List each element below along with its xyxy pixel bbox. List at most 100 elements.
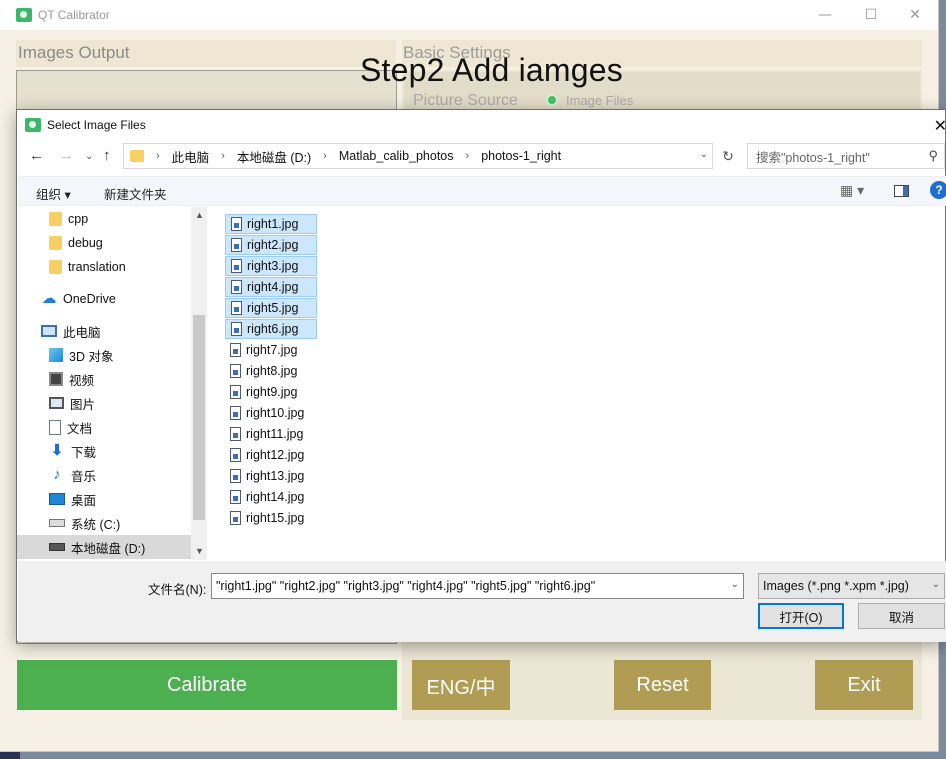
recent-locations-chevron-icon[interactable]: ⌄ [85, 151, 93, 162]
sidebar-item-label: 桌面 [71, 493, 97, 508]
address-bar[interactable]: › 此电脑 › 本地磁盘 (D:) › Matlab_calib_photos … [123, 143, 713, 169]
reset-button[interactable]: Reset [614, 660, 711, 710]
chevron-right-icon[interactable]: › [466, 150, 470, 162]
language-toggle-button[interactable]: ENG/中 [412, 660, 510, 710]
dialog-toolbar: 组织 ▾ 新建文件夹 ▦ ▾ ? [18, 176, 946, 206]
search-input[interactable]: 搜索"photos-1_right" ⚲ [747, 143, 945, 169]
chevron-right-icon[interactable]: › [221, 150, 225, 162]
search-icon[interactable]: ⚲ [928, 148, 938, 164]
breadcrumb-matlab-folder[interactable]: Matlab_calib_photos [339, 149, 454, 163]
refresh-icon[interactable]: ↻ [717, 145, 739, 167]
exit-button[interactable]: Exit [815, 660, 913, 710]
file-name: right14.jpg [246, 490, 305, 504]
chevron-right-icon[interactable]: › [323, 150, 327, 162]
breadcrumb-this-pc[interactable]: 此电脑 [172, 147, 210, 166]
back-arrow-icon[interactable]: ← [29, 147, 44, 164]
cancel-button[interactable]: 取消 [858, 603, 945, 629]
forward-arrow-icon[interactable]: → [59, 147, 74, 164]
new-folder-button[interactable]: 新建文件夹 [104, 184, 167, 203]
sidebar-item-local-disk-d[interactable]: 本地磁盘 (D:) [17, 535, 191, 559]
list-item[interactable]: right10.jpg [225, 403, 317, 423]
cube-icon [49, 348, 63, 362]
music-icon: ♪ [53, 466, 61, 483]
address-dropdown-chevron-icon[interactable]: ⌄ [700, 149, 708, 160]
image-file-icon [230, 448, 241, 462]
chevron-right-icon[interactable]: › [156, 150, 160, 162]
breadcrumb-drive-d[interactable]: 本地磁盘 (D:) [237, 147, 311, 166]
sidebar-item-label: 视频 [69, 373, 95, 388]
file-name: right2.jpg [247, 238, 299, 252]
filename-value: "right1.jpg" "right2.jpg" "right3.jpg" "… [216, 579, 596, 593]
list-item[interactable]: right6.jpg [225, 319, 317, 339]
sidebar-item-label: cpp [68, 212, 89, 226]
image-file-icon [230, 511, 241, 525]
sidebar-item-onedrive[interactable]: ☁ OneDrive [41, 287, 215, 311]
cloud-icon: ☁ [41, 290, 57, 307]
sidebar-item-label: 图片 [70, 397, 96, 412]
list-item[interactable]: right12.jpg [225, 445, 317, 465]
scroll-up-chevron-icon[interactable]: ▲ [195, 210, 204, 220]
list-item[interactable]: right8.jpg [225, 361, 317, 381]
list-item[interactable]: right13.jpg [225, 466, 317, 486]
image-file-icon [230, 385, 241, 399]
sidebar-item-label: OneDrive [63, 292, 116, 306]
image-files-radio[interactable] [546, 94, 558, 106]
dialog-close-button[interactable]: ✕ [934, 116, 946, 136]
folder-icon [49, 236, 62, 250]
window-titlebar: QT Calibrator — ☐ ✕ [0, 0, 938, 30]
file-list: right1.jpg right2.jpg right3.jpg right4.… [217, 207, 937, 560]
file-name: right5.jpg [247, 301, 299, 315]
list-item[interactable]: right9.jpg [225, 382, 317, 402]
image-file-icon [230, 427, 241, 441]
image-file-icon [231, 259, 242, 273]
list-item[interactable]: right14.jpg [225, 487, 317, 507]
sidebar-item-label: debug [68, 236, 103, 250]
file-name: right8.jpg [246, 364, 298, 378]
file-type-filter-select[interactable]: Images (*.png *.xpm *.jpg) ⌄ [758, 573, 945, 599]
file-name: right9.jpg [246, 385, 298, 399]
sidebar-item-label: 音乐 [71, 469, 97, 484]
up-arrow-icon[interactable]: ↑ [103, 147, 111, 164]
computer-icon [41, 325, 57, 337]
app-icon [16, 8, 32, 22]
help-icon[interactable]: ? [930, 181, 946, 199]
file-name: right3.jpg [247, 259, 299, 273]
list-item[interactable]: right2.jpg [225, 235, 317, 255]
organize-menu-button[interactable]: 组织 ▾ [36, 184, 71, 203]
maximize-button[interactable]: ☐ [848, 0, 894, 30]
minimize-button[interactable]: — [802, 0, 848, 30]
sidebar-item-label: 3D 对象 [69, 349, 114, 364]
image-file-icon [231, 301, 242, 315]
download-icon: ⬇ [50, 442, 64, 459]
calibrate-button[interactable]: Calibrate [17, 660, 397, 710]
filename-label: 文件名(N): [148, 583, 207, 597]
drive-icon [49, 519, 65, 527]
filter-dropdown-chevron-icon[interactable]: ⌄ [932, 579, 940, 590]
image-file-icon [230, 343, 241, 357]
filename-input[interactable]: "right1.jpg" "right2.jpg" "right3.jpg" "… [211, 573, 744, 599]
image-file-icon [230, 469, 241, 483]
sidebar-item-label: 此电脑 [63, 325, 101, 340]
select-image-files-dialog: Select Image Files ✕ ← → ⌄ ↑ › 此电脑 › 本地磁… [16, 109, 946, 642]
scrollbar-thumb[interactable] [193, 315, 205, 520]
picture-icon [49, 397, 64, 409]
list-item[interactable]: right11.jpg [225, 424, 317, 444]
breadcrumb-photos-folder[interactable]: photos-1_right [481, 149, 561, 163]
list-item[interactable]: right3.jpg [225, 256, 317, 276]
dialog-title: Select Image Files [47, 118, 146, 132]
list-item[interactable]: right1.jpg [225, 214, 317, 234]
open-button[interactable]: 打开(O) [758, 603, 844, 629]
list-item[interactable]: right5.jpg [225, 298, 317, 318]
list-item[interactable]: right7.jpg [225, 340, 317, 360]
file-name: right7.jpg [246, 343, 298, 357]
folder-icon [49, 212, 62, 226]
sidebar-item-this-pc[interactable]: 此电脑 [41, 319, 215, 343]
filename-dropdown-chevron-icon[interactable]: ⌄ [731, 579, 739, 590]
preview-pane-icon[interactable] [894, 185, 909, 197]
view-options-icon[interactable]: ▦ ▾ [840, 182, 864, 199]
scroll-down-chevron-icon[interactable]: ▼ [195, 546, 204, 556]
image-files-radio-label[interactable]: Image Files [566, 93, 633, 108]
list-item[interactable]: right15.jpg [225, 508, 317, 528]
list-item[interactable]: right4.jpg [225, 277, 317, 297]
close-button[interactable]: ✕ [892, 0, 938, 30]
